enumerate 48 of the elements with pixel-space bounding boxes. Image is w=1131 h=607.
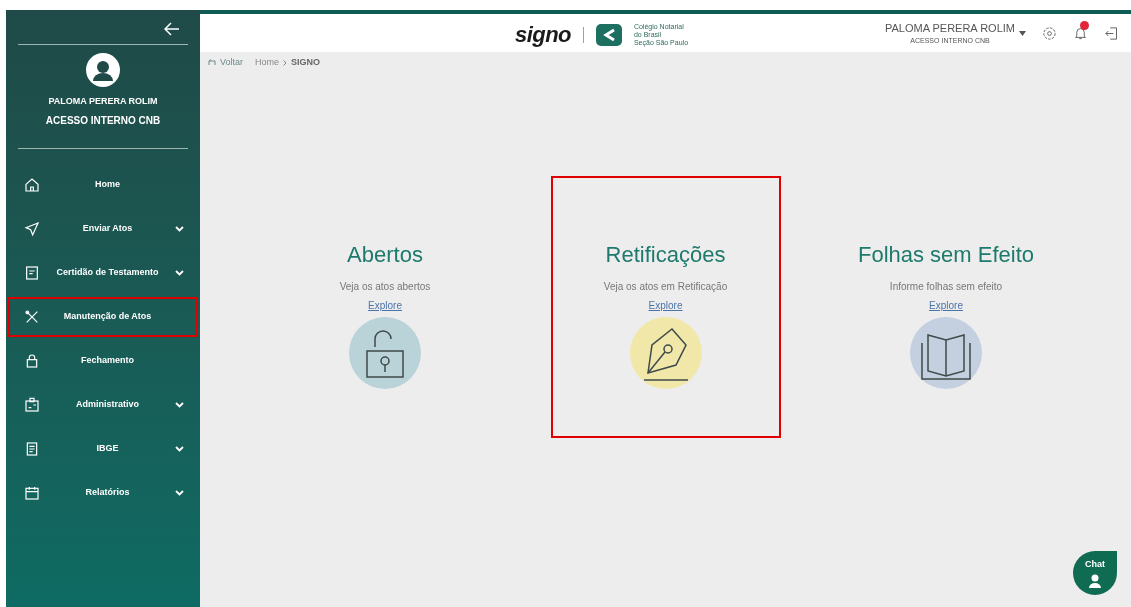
card-description: Veja os atos abertos [339, 279, 431, 294]
sidebar-label: Fechamento [80, 353, 135, 367]
sidebar-item[interactable]: Manutenção de Atos [8, 296, 198, 337]
sidebar-label: Relatórios [84, 485, 131, 499]
card-title: Folhas sem Efeito [857, 240, 1035, 269]
chevron-right-icon [283, 59, 288, 66]
lock-icon [24, 352, 40, 369]
signo-logo: signo [515, 21, 571, 49]
form-icon [24, 440, 40, 457]
sidebar-label: Manutenção de Atos [62, 309, 153, 323]
back-arrow-icon[interactable] [164, 22, 180, 36]
notification-bell-icon[interactable] [1073, 25, 1088, 41]
logout-icon[interactable] [1104, 25, 1119, 41]
send-icon [24, 220, 40, 237]
calendar-icon [24, 484, 40, 501]
breadcrumb-item: SIGNO [291, 56, 321, 69]
back-arrow-icon [208, 59, 216, 67]
settings-icon[interactable] [1042, 25, 1057, 41]
sidebar-item[interactable]: IBGE [8, 428, 198, 469]
home-icon [24, 176, 40, 193]
sidebar-item[interactable]: Home [8, 164, 198, 205]
sidebar-item[interactable]: Enviar Atos [8, 208, 198, 249]
avatar-icon [86, 53, 120, 87]
sidebar-label: Home [94, 177, 121, 191]
chat-button[interactable]: Chat [1073, 551, 1117, 595]
sidebar-item[interactable]: Administrativo [8, 384, 198, 425]
id-card-icon [24, 396, 40, 413]
explore-link[interactable]: Explore [368, 297, 402, 313]
sidebar-label: Enviar Atos [81, 221, 134, 235]
sidebar-item[interactable]: Relatórios [8, 472, 198, 513]
cnb-logo-icon [595, 23, 622, 46]
document-icon [24, 264, 40, 281]
sidebar-item[interactable]: Fechamento [8, 340, 198, 381]
card-title: Abertos [347, 240, 423, 269]
caret-icon [1019, 30, 1026, 36]
explore-link[interactable]: Explore [648, 297, 683, 313]
sidebar-label: IBGE [95, 441, 120, 455]
sidebar-label: Certidão de Testamento [55, 265, 160, 279]
explore-link[interactable]: Explore [929, 297, 963, 313]
card-description: Veja os atos em Retificação [603, 279, 728, 294]
card-description: Informe folhas sem efeito [889, 279, 1003, 294]
sidebar-label: Administrativo [75, 397, 140, 411]
user-name: PALOMA PERERA ROLIM [48, 95, 158, 108]
card-title: Retificações [605, 240, 726, 269]
header-user-name: PALOMA PERERA ROLIM [885, 20, 1015, 36]
user-role: ACESSO INTERNO CNB [45, 113, 161, 128]
sidebar-item[interactable]: Certidão de Testamento [8, 252, 198, 293]
tools-icon [24, 308, 40, 325]
